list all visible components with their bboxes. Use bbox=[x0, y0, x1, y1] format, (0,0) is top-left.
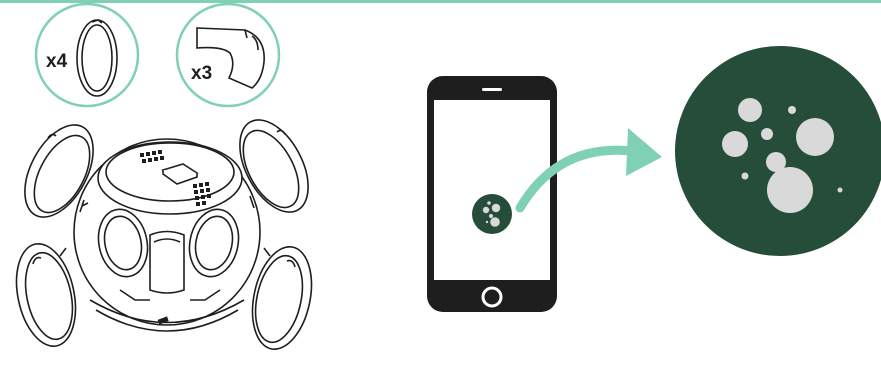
clip-part-callout: x3 bbox=[175, 2, 281, 108]
top-accent-rule bbox=[0, 0, 881, 3]
ring-bottom-left-icon bbox=[15, 243, 77, 347]
app-logo-small-icon bbox=[472, 194, 512, 234]
app-logo-icon bbox=[675, 46, 881, 256]
sphere-device-icon bbox=[73, 138, 261, 332]
ring-quantity-label: x4 bbox=[46, 51, 68, 72]
diagram-canvas: x4 x3 bbox=[15, 2, 881, 350]
instruction-diagram: x4 x3 bbox=[0, 0, 881, 361]
ring-part-callout: x4 bbox=[34, 2, 140, 108]
clip-quantity-label: x3 bbox=[191, 63, 212, 84]
